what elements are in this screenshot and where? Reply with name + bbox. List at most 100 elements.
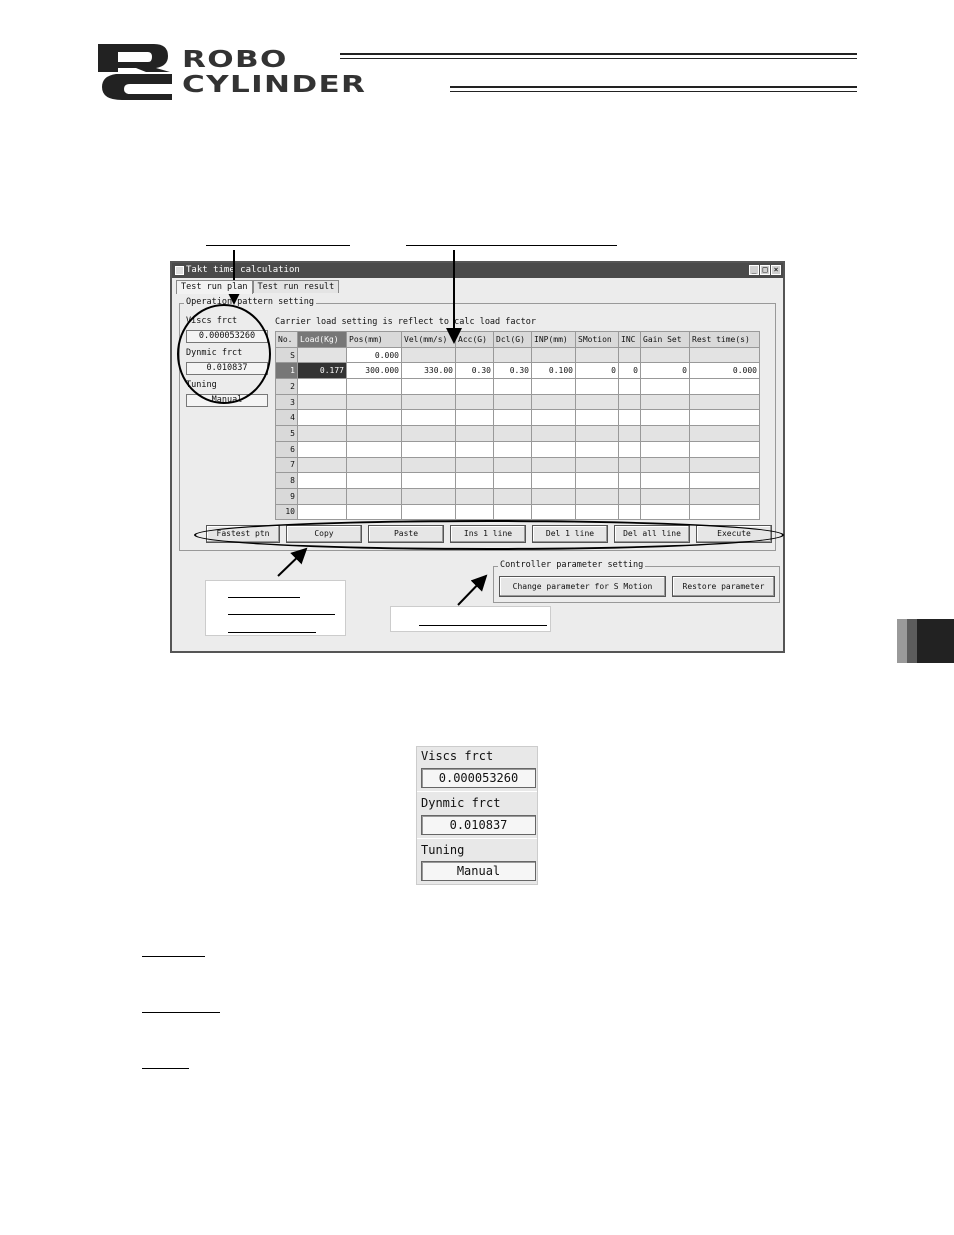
table-cell[interactable] (618, 378, 641, 395)
table-cell[interactable] (297, 503, 347, 521)
table-cell[interactable] (575, 409, 619, 427)
table-cell[interactable] (531, 487, 576, 505)
table-cell[interactable] (401, 456, 456, 474)
table-cell[interactable]: 0.30 (493, 362, 532, 380)
table-cell[interactable]: 300.000 (346, 362, 402, 380)
table-cell[interactable] (346, 425, 402, 442)
table-cell[interactable] (455, 440, 494, 458)
table-cell[interactable] (618, 440, 641, 458)
col-inp[interactable]: INP(mm) (531, 331, 576, 348)
table-cell[interactable] (401, 440, 456, 458)
table-cell[interactable] (493, 503, 532, 521)
table-cell[interactable] (346, 487, 402, 505)
col-pos[interactable]: Pos(mm) (346, 331, 402, 348)
table-cell[interactable]: 0.100 (531, 362, 576, 380)
table-cell[interactable] (455, 425, 494, 442)
table-cell[interactable] (618, 409, 641, 427)
col-dcl[interactable]: Dcl(G) (493, 331, 532, 348)
row-num[interactable]: 9 (275, 487, 298, 505)
table-cell[interactable] (493, 472, 532, 489)
zoom-tuning-field[interactable]: Manual (421, 861, 536, 881)
table-cell[interactable] (531, 503, 576, 521)
table-cell[interactable]: 0 (575, 362, 619, 380)
table-cell[interactable] (455, 378, 494, 395)
table-cell[interactable] (640, 440, 690, 458)
table-cell[interactable] (640, 503, 690, 521)
table-cell[interactable]: 330.00 (401, 362, 456, 380)
table-cell[interactable] (493, 378, 532, 395)
col-inc[interactable]: INC (618, 331, 641, 348)
table-cell[interactable] (297, 425, 347, 442)
minimize-icon[interactable]: _ (749, 265, 759, 275)
table-cell[interactable] (455, 409, 494, 427)
table-cell[interactable] (640, 409, 690, 427)
row-num[interactable]: 5 (275, 425, 298, 442)
table-cell[interactable] (346, 409, 402, 427)
table-cell[interactable] (640, 487, 690, 505)
row-num[interactable]: 10 (275, 503, 298, 521)
table-cell[interactable] (346, 440, 402, 458)
zoom-viscous-field[interactable]: 0.000053260 (421, 768, 536, 788)
table-cell[interactable] (575, 378, 619, 395)
table-cell[interactable] (401, 425, 456, 442)
row-num[interactable]: 8 (275, 472, 298, 489)
table-cell[interactable] (455, 393, 494, 411)
table-cell[interactable] (618, 503, 641, 521)
table-cell[interactable] (689, 378, 760, 395)
table-cell[interactable] (640, 378, 690, 395)
table-cell[interactable] (531, 440, 576, 458)
table-cell[interactable] (297, 393, 347, 411)
row-num[interactable]: 2 (275, 378, 298, 395)
col-smotion[interactable]: SMotion (575, 331, 619, 348)
table-cell[interactable] (618, 456, 641, 474)
table-cell[interactable]: 0.30 (455, 362, 494, 380)
table-cell[interactable] (575, 440, 619, 458)
table-cell[interactable] (618, 393, 641, 411)
table-cell[interactable] (689, 393, 760, 411)
table-cell[interactable] (346, 503, 402, 521)
row-num[interactable]: 1 (275, 362, 298, 380)
table-cell[interactable] (575, 472, 619, 489)
close-icon[interactable]: × (771, 265, 781, 275)
table-cell[interactable] (575, 487, 619, 505)
table-cell[interactable] (531, 456, 576, 474)
table-cell[interactable] (689, 409, 760, 427)
table-cell[interactable] (401, 487, 456, 505)
row-num[interactable]: 4 (275, 409, 298, 427)
table-cell[interactable] (531, 378, 576, 395)
row-num[interactable]: 6 (275, 440, 298, 458)
table-cell[interactable] (297, 456, 347, 474)
restore-param-button[interactable]: Restore parameter (672, 576, 775, 597)
table-cell[interactable] (493, 393, 532, 411)
row-num[interactable]: S (275, 346, 298, 364)
table-cell[interactable] (575, 393, 619, 411)
table-cell[interactable] (640, 393, 690, 411)
table-cell[interactable] (689, 456, 760, 474)
table-cell[interactable] (689, 487, 760, 505)
table-cell[interactable] (455, 487, 494, 505)
table-cell[interactable] (493, 487, 532, 505)
table-cell[interactable] (401, 409, 456, 427)
table-cell[interactable]: 0.000 (689, 362, 760, 380)
table-cell[interactable]: 0 (640, 362, 690, 380)
table-cell[interactable] (297, 378, 347, 395)
table-cell[interactable] (297, 409, 347, 427)
table-cell[interactable] (640, 425, 690, 442)
tab-test-run-plan[interactable]: Test run plan (176, 280, 253, 294)
table-cell[interactable] (575, 456, 619, 474)
table-cell[interactable] (575, 503, 619, 521)
table-cell[interactable] (531, 472, 576, 489)
table-cell[interactable] (297, 346, 347, 364)
table-cell[interactable]: 0 (618, 362, 641, 380)
table-cell[interactable] (493, 440, 532, 458)
table-cell[interactable] (531, 409, 576, 427)
table-cell[interactable] (297, 472, 347, 489)
col-rest[interactable]: Rest time(s) (689, 331, 760, 348)
change-param-button[interactable]: Change parameter for S Motion (499, 576, 666, 597)
col-vel[interactable]: Vel(mm/s) (401, 331, 456, 348)
table-cell[interactable] (689, 440, 760, 458)
table-cell[interactable] (618, 472, 641, 489)
table-cell[interactable]: 0.000 (346, 346, 402, 364)
table-cell[interactable] (689, 503, 760, 521)
table-cell[interactable] (531, 393, 576, 411)
